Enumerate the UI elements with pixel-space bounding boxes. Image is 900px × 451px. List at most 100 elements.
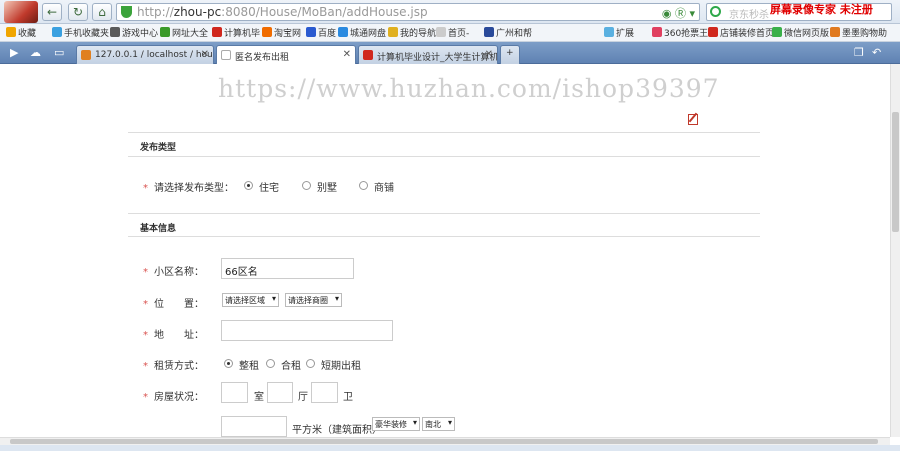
house-status-label: 房屋状况： [154,392,204,403]
back-button[interactable]: ← [42,3,62,21]
radio-label-shop: 商铺 [374,183,394,194]
region-select[interactable]: 请选择区域 [222,293,279,307]
address-bar-icons[interactable]: ◉ Ⓡ ▾ [662,5,695,21]
address-bar[interactable]: http://zhou-pc:8080/House/MoBan/addHouse… [116,3,700,21]
refresh-button[interactable]: ↻ [68,3,88,21]
bookmark-item[interactable]: 墨墨购物助 [830,26,887,39]
tab-favicon-icon [363,50,373,60]
radio-shop[interactable] [359,181,368,190]
radio-villa[interactable] [302,181,311,190]
undo-icon[interactable]: ↶ [872,46,881,59]
bookmark-label: 收藏 [18,29,37,39]
tab-bar: ▶ ☁ ▭ 127.0.0.1 / localhost / hous ✕ 匿名发… [0,42,900,65]
horizontal-scrollbar[interactable] [0,437,890,445]
bookmark-item[interactable]: 手机收藏夹 [52,26,109,39]
community-name-input[interactable]: 66区名 [221,258,354,279]
bookmark-label: 360抢票王 [664,29,709,39]
bookmark-icon [212,27,222,37]
page-content: https://www.huzhan.com/ishop39397 发布类型 *… [0,64,890,437]
url-path: :8080/House/MoBan/addHouse.jsp [221,5,428,19]
bookmark-item[interactable]: 360抢票王 [652,26,708,39]
house-status-row: * 房屋状况： [143,388,204,403]
user-avatar[interactable] [4,1,38,23]
bookmark-item[interactable]: 计算机毕 [212,26,260,39]
bookmark-item[interactable]: 扩展 [604,26,634,39]
bookmark-label: 淘宝网 [274,29,302,39]
bookmark-label: 计算机毕 [224,29,261,39]
bookmark-icon [160,27,170,37]
window-restore-icon[interactable]: ❐ [854,46,864,59]
required-marker: * [143,183,148,194]
bookmark-item[interactable]: 广州和帮 [484,26,532,39]
tab-graduation-project[interactable]: 计算机毕业设计_大学生计算机 ✕ [358,45,498,64]
bookmark-icon [830,27,840,37]
hall-count-input[interactable] [267,382,293,403]
publish-type-row: * 请选择发布类型： [143,179,234,194]
bookmark-item[interactable]: 百度 [306,26,336,39]
bookmark-item[interactable]: 游戏中心 [110,26,158,39]
room-count-input[interactable] [221,382,248,403]
bookmark-item[interactable]: 微信网页版 [772,26,829,39]
scrollbar-thumb[interactable] [892,112,899,232]
radio-short-term[interactable] [306,359,315,368]
cloud-icon[interactable]: ☁ [30,46,41,59]
bookmark-item[interactable]: 淘宝网 [262,26,301,39]
bookmark-label: 百度 [318,29,337,39]
radio-label-villa: 别墅 [317,183,337,194]
orientation-select[interactable]: 南北 [422,417,455,431]
rent-mode-label: 租赁方式： [154,361,204,372]
publish-type-label: 请选择发布类型： [154,183,234,194]
vertical-scrollbar[interactable] [890,64,900,437]
tab-anonymous-rent[interactable]: 匿名发布出租 ✕ [216,45,356,65]
radio-shared-rent[interactable] [266,359,275,368]
tab-label: 127.0.0.1 / localhost / hous [95,50,214,60]
home-button[interactable]: ⌂ [92,3,112,21]
bookmark-label: 城通网盘 [350,29,387,39]
tab-localhost[interactable]: 127.0.0.1 / localhost / hous ✕ [76,45,214,64]
recording-watermark: 屏幕录像专家 未注册 [770,3,873,16]
bookmark-item[interactable]: 城通网盘 [338,26,386,39]
required-marker: * [143,330,148,341]
close-icon[interactable]: ✕ [485,49,493,60]
address-input[interactable] [221,320,393,341]
bookmark-icon [436,27,446,37]
bath-unit: 卫 [343,392,353,403]
bookmark-item[interactable]: 我的导航 [388,26,436,39]
new-tab-button[interactable]: + [500,45,520,64]
bookmark-item[interactable]: 网址大全 [160,26,208,39]
community-label: 小区名称： [154,267,204,278]
bookmark-icon [110,27,120,37]
tab-favicon-icon [81,50,91,60]
close-icon[interactable]: ✕ [343,49,351,60]
radio-residence[interactable] [244,181,253,190]
trash-icon[interactable]: ▭ [54,46,64,59]
rent-mode-row: * 租赁方式： [143,357,204,372]
bookmark-label: 手机收藏夹 [64,29,110,39]
bookmark-item[interactable]: 店铺装修首页 [708,26,774,39]
radio-label-residence: 住宅 [259,183,279,194]
area-input[interactable] [221,416,287,437]
bookmark-item[interactable]: 首页- [436,26,469,39]
bookmark-icon [484,27,494,37]
decoration-select[interactable]: 豪华装修 [372,417,420,431]
bath-count-input[interactable] [311,382,338,403]
status-bar [0,445,900,451]
radio-label-whole-rent: 整租 [239,361,259,372]
edit-icon[interactable] [688,114,698,125]
url-host: zhou-pc [173,5,222,19]
bookmark-icon [262,27,272,37]
business-district-select[interactable]: 请选择商圈 [285,293,342,307]
close-icon[interactable]: ✕ [201,49,209,60]
bookmark-label: 首页- [448,29,470,39]
bookmark-label: 扩展 [616,29,635,39]
divider [128,236,760,237]
bookmark-icon [388,27,398,37]
sidebar-toggle-icon[interactable]: ▶ [10,46,18,59]
community-row: * 小区名称： [143,263,204,278]
bookmark-item[interactable]: 收藏 [6,26,36,39]
tab-label: 计算机毕业设计_大学生计算机 [377,53,498,63]
bookmark-icon [708,27,718,37]
bookmark-label: 我的导航 [400,29,437,39]
radio-whole-rent[interactable] [224,359,233,368]
scrollbar-thumb[interactable] [10,439,878,444]
